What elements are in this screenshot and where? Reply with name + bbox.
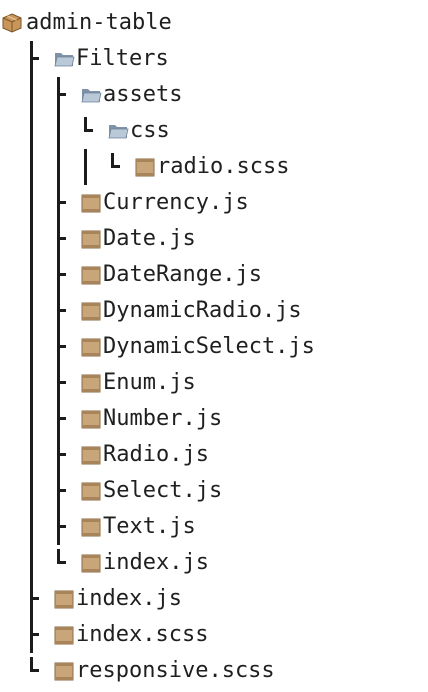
file-icon <box>133 155 157 179</box>
tree-file-row[interactable]: DateRange.js <box>0 257 428 293</box>
tree-guide-line <box>30 437 33 473</box>
tree-file-row[interactable]: index.js <box>0 545 428 581</box>
folder-name: assets <box>103 82 183 107</box>
tree-branch-tee <box>57 437 71 473</box>
file-name: DateRange.js <box>103 262 262 287</box>
tree-branch-tee <box>30 41 44 77</box>
file-name: responsive.scss <box>76 658 275 683</box>
tree-branch-tee <box>57 365 71 401</box>
file-name: Number.js <box>103 406 223 431</box>
file-icon <box>79 299 103 323</box>
file-name: Currency.js <box>103 190 249 215</box>
tree-file-row[interactable]: index.scss <box>0 617 428 653</box>
file-icon <box>79 191 103 215</box>
tree-branch-last <box>30 653 44 689</box>
tree-file-row[interactable]: radio.scss <box>0 149 428 185</box>
tree-root-label: admin-table <box>26 10 172 35</box>
tree-branch-tee <box>30 617 44 653</box>
tree-guide-line <box>30 329 33 365</box>
tree-file-row[interactable]: index.js <box>0 581 428 617</box>
tree-file-row[interactable]: Date.js <box>0 221 428 257</box>
file-name: radio.scss <box>157 154 290 179</box>
tree-guide-line <box>57 149 60 185</box>
tree-file-row[interactable]: Select.js <box>0 473 428 509</box>
file-icon <box>79 479 103 503</box>
file-name: Select.js <box>103 478 223 503</box>
file-icon <box>79 515 103 539</box>
tree-file-row[interactable]: DynamicSelect.js <box>0 329 428 365</box>
folder-icon <box>52 47 76 71</box>
file-icon <box>79 335 103 359</box>
tree-file-row[interactable]: DynamicRadio.js <box>0 293 428 329</box>
file-icon <box>79 227 103 251</box>
file-name: Text.js <box>103 514 196 539</box>
tree-root[interactable]: admin-table <box>0 5 428 41</box>
tree-guide-line <box>30 221 33 257</box>
tree-guide-line <box>30 149 33 185</box>
tree-file-row[interactable]: Number.js <box>0 401 428 437</box>
tree-guide-line <box>30 545 33 581</box>
folder-icon <box>106 119 130 143</box>
file-name: DynamicSelect.js <box>103 334 315 359</box>
tree-branch-last <box>84 113 98 149</box>
tree-file-row[interactable]: responsive.scss <box>0 653 428 689</box>
file-icon <box>79 407 103 431</box>
tree-branch-tee <box>57 257 71 293</box>
tree-folder-row[interactable]: Filters <box>0 41 428 77</box>
folder-name: css <box>130 118 170 143</box>
tree-guide-line <box>30 401 33 437</box>
tree-branch-tee <box>57 509 71 545</box>
tree-branch-tee <box>57 293 71 329</box>
tree-branch-tee <box>57 77 71 113</box>
tree-guide-line <box>30 365 33 401</box>
file-icon <box>79 443 103 467</box>
tree-guide-line <box>30 293 33 329</box>
tree-file-row[interactable]: Radio.js <box>0 437 428 473</box>
tree-branch-tee <box>57 329 71 365</box>
folder-name: Filters <box>76 46 169 71</box>
tree-branch-tee <box>57 221 71 257</box>
file-name: Enum.js <box>103 370 196 395</box>
tree-guide-line <box>84 149 87 185</box>
tree-guide-line <box>30 257 33 293</box>
tree-guide-line <box>30 473 33 509</box>
tree-file-row[interactable]: Text.js <box>0 509 428 545</box>
tree-folder-row[interactable]: assets <box>0 77 428 113</box>
tree-guide-line <box>30 185 33 221</box>
tree-folder-row[interactable]: css <box>0 113 428 149</box>
file-tree: admin-table Filters assets css radio.scss Cur… <box>0 0 428 692</box>
file-icon <box>52 587 76 611</box>
tree-branch-tee <box>30 581 44 617</box>
tree-branch-last <box>111 149 125 185</box>
tree-branch-tee <box>57 401 71 437</box>
file-icon <box>79 551 103 575</box>
tree-file-row[interactable]: Currency.js <box>0 185 428 221</box>
package-icon <box>0 11 24 35</box>
tree-branch-tee <box>57 473 71 509</box>
tree-guide-line <box>30 77 33 113</box>
tree-branch-last <box>57 545 71 581</box>
file-icon <box>52 623 76 647</box>
tree-branch-tee <box>57 185 71 221</box>
tree-guide-line <box>57 113 60 149</box>
file-name: Date.js <box>103 226 196 251</box>
file-name: index.js <box>103 550 209 575</box>
tree-guide-line <box>30 113 33 149</box>
file-name: index.js <box>76 586 182 611</box>
file-name: DynamicRadio.js <box>103 298 302 323</box>
tree-guide-line <box>30 509 33 545</box>
file-icon <box>79 371 103 395</box>
file-icon <box>79 263 103 287</box>
file-name: Radio.js <box>103 442 209 467</box>
file-name: index.scss <box>76 622 209 647</box>
folder-icon <box>79 83 103 107</box>
tree-file-row[interactable]: Enum.js <box>0 365 428 401</box>
file-icon <box>52 659 76 683</box>
